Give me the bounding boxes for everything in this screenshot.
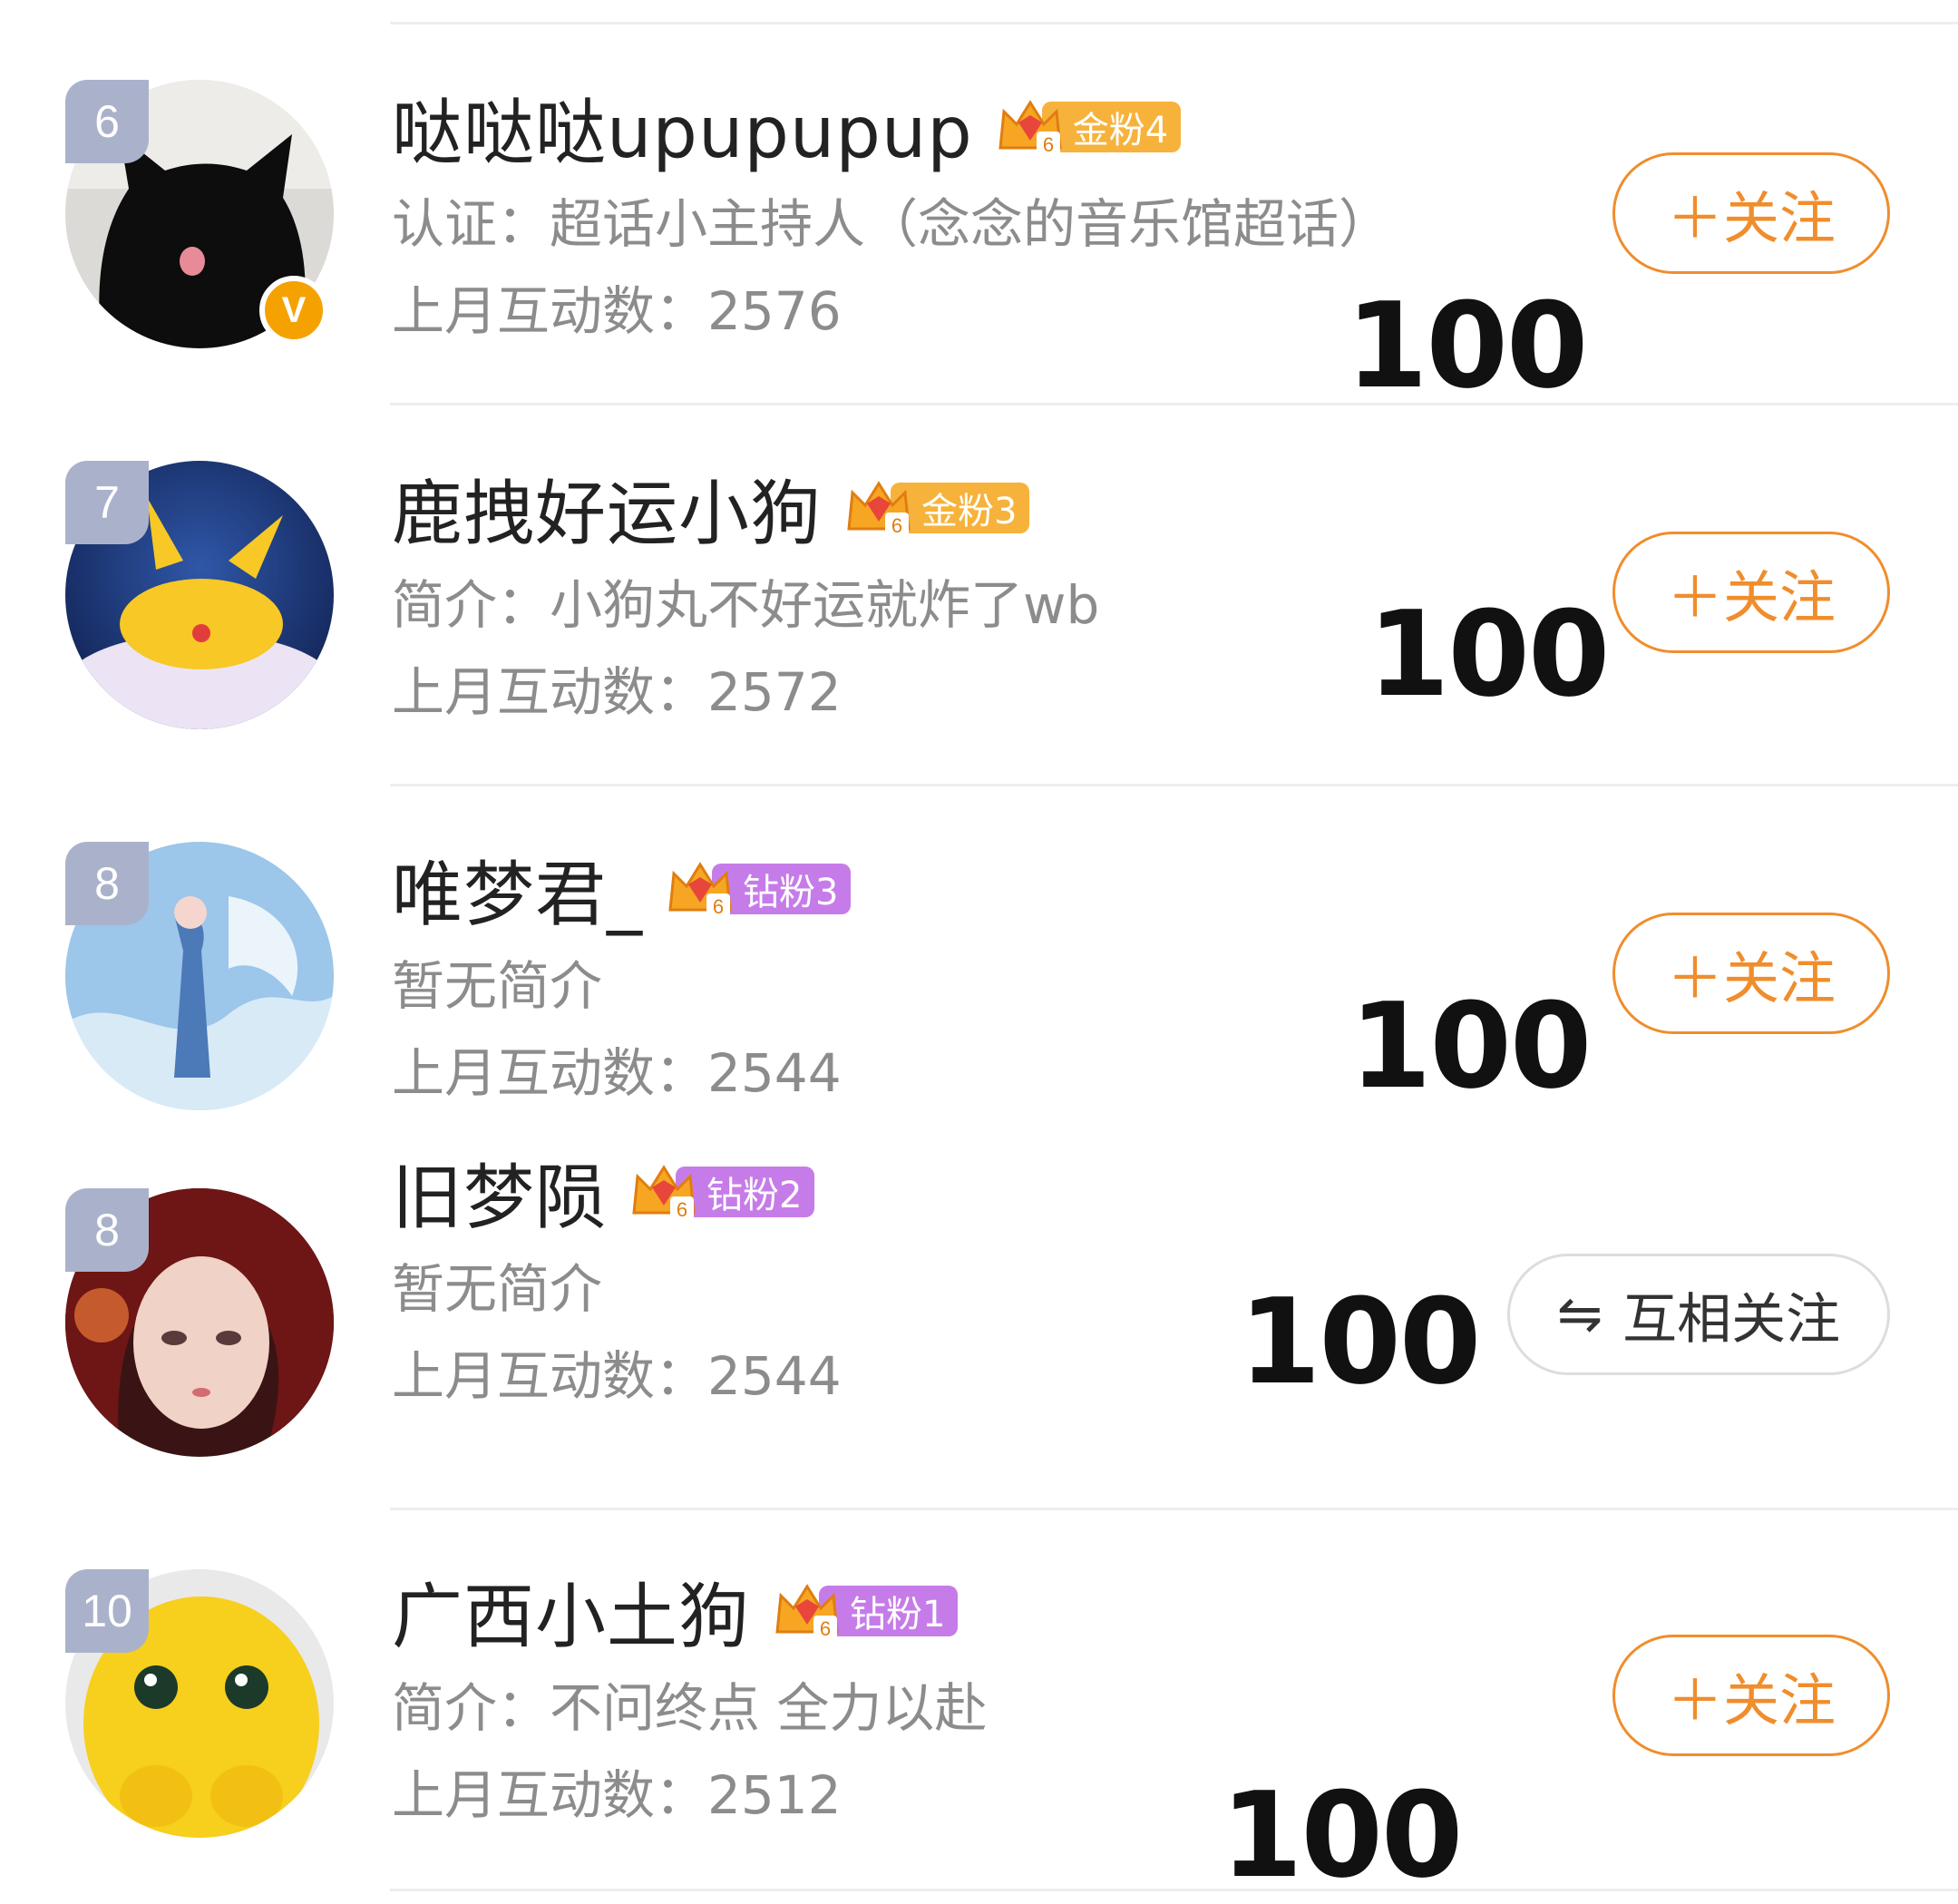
list-item[interactable]: 10 广西小土狗 6 钻粉1 简介：不问终点 全力以赴 上月互动数：2512 1…: [0, 1488, 1958, 1894]
user-bio: 暂无简介: [392, 1258, 603, 1320]
avatar[interactable]: 10: [65, 1569, 334, 1838]
badge-level: 6: [891, 514, 902, 537]
fan-level-badge: 6 钻粉2: [628, 1163, 815, 1222]
rank-badge: 7: [65, 461, 149, 544]
user-name[interactable]: 广西小土狗: [392, 1560, 750, 1662]
badge-level: 6: [713, 895, 724, 918]
score-number: 100: [1349, 977, 1592, 1115]
mutual-follow-button[interactable]: ⇋ 互相关注: [1507, 1254, 1890, 1375]
rank-badge: 6: [65, 80, 149, 163]
crown-icon: 6: [847, 481, 911, 538]
fan-level-badge: 6 钻粉3: [665, 860, 852, 919]
fan-level-badge: 6 钻粉1: [772, 1582, 959, 1641]
list-item[interactable]: 8 唯梦君_ 6 钻粉3 暂无简介 上月互动数：2544 100 ＋关注: [0, 762, 1958, 1143]
list-item[interactable]: 7 鹿拽好运小狗 6 金粉3 简介：小狗丸不好运就炸了wb 上月互动数：2572…: [0, 381, 1958, 762]
follow-button[interactable]: ＋关注: [1612, 532, 1890, 653]
score-number: 100: [1368, 585, 1610, 723]
user-bio: 简介：小狗丸不好运就炸了wb: [392, 574, 1100, 636]
user-bio: 简介：不问终点 全力以赴: [392, 1677, 988, 1739]
crown-icon: 6: [775, 1584, 839, 1641]
crown-icon: 6: [632, 1165, 696, 1222]
badge-level: 6: [677, 1198, 687, 1221]
avatar[interactable]: 8: [65, 842, 334, 1110]
user-bio: 暂无简介: [392, 955, 603, 1017]
list-item[interactable]: 8 旧梦陨 6 钻粉2 暂无简介 上月互动数：2544 100 ⇋ 互相关注: [0, 1105, 1958, 1486]
interaction-count: 上月互动数：2576: [392, 280, 842, 342]
interaction-count: 上月互动数：2544: [392, 1042, 842, 1104]
user-name[interactable]: 哒哒哒upupupup: [392, 76, 973, 178]
badge-level: 6: [820, 1617, 831, 1640]
rank-badge: 8: [65, 1188, 149, 1272]
score-number: 100: [1239, 1273, 1481, 1411]
avatar[interactable]: 8: [65, 1188, 334, 1457]
user-name[interactable]: 旧梦陨: [392, 1141, 607, 1243]
user-name[interactable]: 唯梦君_: [392, 838, 643, 940]
interaction-count: 上月互动数：2544: [392, 1345, 842, 1407]
interaction-count: 上月互动数：2512: [392, 1764, 842, 1826]
rank-badge: 8: [65, 842, 149, 925]
verified-icon: V: [259, 276, 328, 345]
user-name[interactable]: 鹿拽好运小狗: [392, 457, 822, 559]
crown-icon: 6: [668, 862, 732, 919]
row-divider: [390, 1889, 1958, 1891]
avatar[interactable]: 7: [65, 461, 334, 729]
list-item[interactable]: 6 V 哒哒哒upupupup 6 金粉4 认证：超话小主持人（念念的音乐馆超话…: [0, 0, 1958, 405]
follow-button[interactable]: ＋关注: [1612, 152, 1890, 274]
rank-badge: 10: [65, 1569, 149, 1653]
fan-level-badge: 6 金粉4: [995, 98, 1182, 157]
follow-button[interactable]: ＋关注: [1612, 913, 1890, 1034]
user-bio: 认证：超话小主持人（念念的音乐馆超话）: [392, 193, 1392, 255]
crown-icon: 6: [998, 100, 1062, 157]
fan-level-badge: 6 金粉3: [843, 479, 1030, 538]
score-number: 100: [1221, 1766, 1463, 1904]
avatar[interactable]: 6 V: [65, 80, 334, 348]
interaction-count: 上月互动数：2572: [392, 661, 842, 723]
follow-button[interactable]: ＋关注: [1612, 1635, 1890, 1756]
mutual-follow-label: 互相关注: [1622, 1287, 1841, 1352]
badge-level: 6: [1043, 133, 1054, 156]
mutual-arrows-icon: ⇋: [1556, 1283, 1603, 1346]
